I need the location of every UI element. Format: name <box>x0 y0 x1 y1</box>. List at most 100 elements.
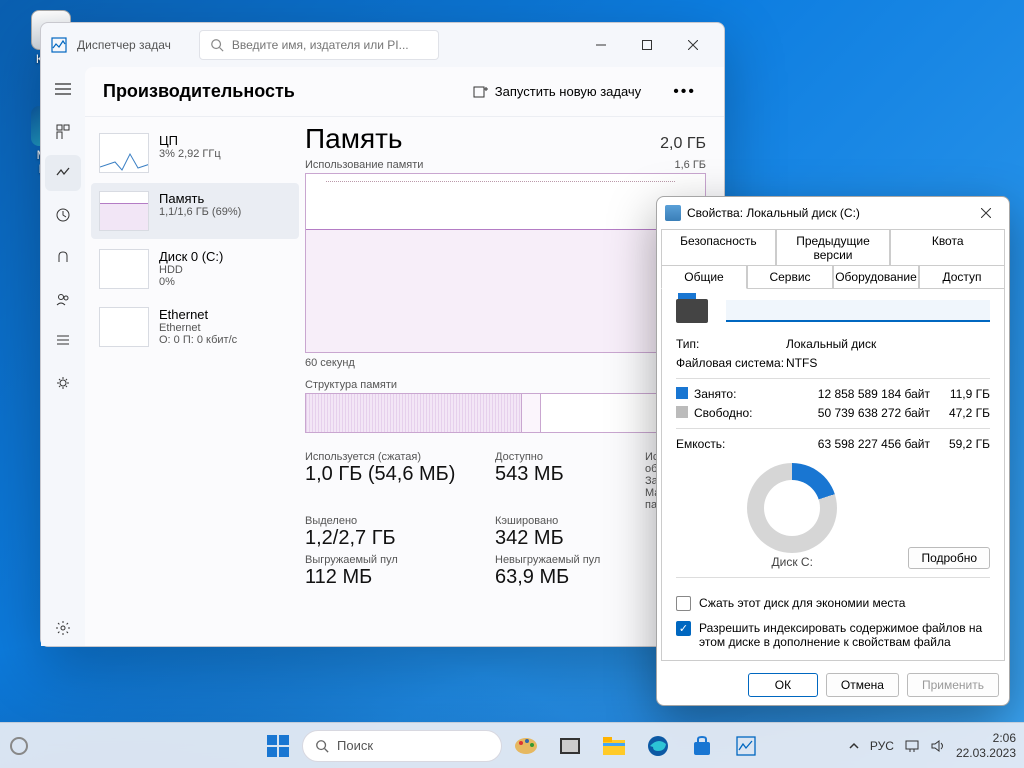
tab-security[interactable]: Безопасность <box>661 229 776 266</box>
compress-checkbox-row[interactable]: Сжать этот диск для экономии места <box>676 596 990 611</box>
perf-item-memory[interactable]: Память1,1/1,6 ГБ (69%) <box>91 183 299 239</box>
tab-hardware[interactable]: Оборудование <box>833 265 919 289</box>
taskbar: Поиск РУС 2:06 22.03.2023 <box>0 722 1024 768</box>
search-box[interactable] <box>199 30 439 60</box>
close-button[interactable] <box>670 30 716 60</box>
search-input[interactable] <box>232 38 428 52</box>
memory-usage-chart[interactable] <box>305 173 706 353</box>
nav-details[interactable] <box>45 323 81 359</box>
tab-strip: Безопасность Предыдущие версии Квота Общ… <box>657 229 1009 288</box>
taskbar-edge[interactable] <box>638 726 678 766</box>
capacity-label: Емкость: <box>676 437 786 451</box>
stat-value: 1,0 ГБ (54,6 МБ) <box>305 463 475 486</box>
nav-rail <box>41 67 85 646</box>
run-task-button[interactable]: Запустить новую задачу <box>463 78 651 106</box>
memory-composition-chart[interactable] <box>305 393 706 433</box>
nav-users[interactable] <box>45 281 81 317</box>
nav-performance[interactable] <box>45 155 81 191</box>
nav-services[interactable] <box>45 365 81 401</box>
fs-value: NTFS <box>786 356 990 370</box>
checkbox-icon: ✓ <box>676 621 691 636</box>
compress-label: Сжать этот диск для экономии места <box>699 596 905 610</box>
stat-value: 63,9 МБ <box>495 566 625 589</box>
free-gb: 47,2 ГБ <box>930 406 990 420</box>
stat-label: Доступно <box>495 451 625 463</box>
nav-history[interactable] <box>45 197 81 233</box>
search-icon <box>210 38 224 52</box>
start-button[interactable] <box>258 726 298 766</box>
checkbox-icon <box>676 596 691 611</box>
tab-tools[interactable]: Сервис <box>747 265 833 289</box>
maximize-button[interactable] <box>624 30 670 60</box>
minimize-button[interactable] <box>578 30 624 60</box>
used-bytes: 12 858 589 184 байт <box>786 387 930 401</box>
volume-icon[interactable] <box>930 739 946 753</box>
run-task-icon <box>473 84 489 100</box>
used-gb: 11,9 ГБ <box>930 387 990 401</box>
tab-quota[interactable]: Квота <box>890 229 1005 266</box>
tab-panel-general: Тип:Локальный диск Файловая система:NTFS… <box>661 288 1005 661</box>
hamburger-button[interactable] <box>45 71 81 107</box>
more-options-button[interactable]: ••• <box>663 77 706 107</box>
taskbar-explorer[interactable] <box>594 726 634 766</box>
nav-processes[interactable] <box>45 113 81 149</box>
perf-item-sub: О: 0 П: 0 кбит/с <box>159 334 237 346</box>
taskbar-task-manager[interactable] <box>726 726 766 766</box>
perf-item-sub: 1,1/1,6 ГБ (69%) <box>159 206 241 218</box>
title-bar[interactable]: Диспетчер задач <box>41 23 724 67</box>
cancel-button[interactable]: Отмена <box>826 673 899 697</box>
weather-icon <box>8 735 30 757</box>
tab-previous-versions[interactable]: Предыдущие версии <box>776 229 891 266</box>
chevron-up-icon[interactable] <box>848 740 860 752</box>
clock[interactable]: 2:06 22.03.2023 <box>956 731 1016 760</box>
perf-item-name: ЦП <box>159 133 221 148</box>
taskbar-search[interactable]: Поиск <box>302 730 502 762</box>
perf-item-cpu[interactable]: ЦП3% 2,92 ГГц <box>91 125 299 181</box>
stat-value: 112 МБ <box>305 566 475 589</box>
ok-button[interactable]: ОК <box>748 673 818 697</box>
page-title: Производительность <box>103 81 451 102</box>
language-indicator[interactable]: РУС <box>870 739 894 753</box>
type-label: Тип: <box>676 337 786 351</box>
disk-usage-chart <box>747 463 837 553</box>
perf-item-ethernet[interactable]: EthernetEthernetО: 0 П: 0 кбит/с <box>91 299 299 355</box>
usage-max: 1,6 ГБ <box>674 159 706 171</box>
apply-button[interactable]: Применить <box>907 673 999 697</box>
tab-sharing[interactable]: Доступ <box>919 265 1005 289</box>
close-button[interactable] <box>971 201 1001 225</box>
taskbar-paint[interactable] <box>506 726 546 766</box>
free-label: Свободно: <box>676 406 786 420</box>
nav-startup[interactable] <box>45 239 81 275</box>
xaxis-left: 60 секунд <box>305 357 355 369</box>
perf-item-sub: HDD <box>159 264 223 276</box>
nav-settings[interactable] <box>45 610 81 646</box>
perf-item-disk[interactable]: Диск 0 (C:)HDD0% <box>91 241 299 297</box>
taskbar-task-view[interactable] <box>550 726 590 766</box>
properties-dialog: Свойства: Локальный диск (C:) Безопаснос… <box>656 196 1010 706</box>
index-checkbox-row[interactable]: ✓ Разрешить индексировать содержимое фай… <box>676 621 990 649</box>
cpu-thumb <box>99 133 149 173</box>
dialog-title-bar[interactable]: Свойства: Локальный диск (C:) <box>657 197 1009 229</box>
performance-list: ЦП3% 2,92 ГГц Память1,1/1,6 ГБ (69%) Дис… <box>85 117 305 646</box>
network-icon[interactable] <box>904 739 920 753</box>
details-button[interactable]: Подробно <box>908 547 990 569</box>
date: 22.03.2023 <box>956 746 1016 760</box>
stat-value: 543 МБ <box>495 463 625 486</box>
capacity-gb: 59,2 ГБ <box>930 437 990 451</box>
type-value: Локальный диск <box>786 337 990 351</box>
stat-label: Используется (сжатая) <box>305 451 475 463</box>
disk-thumb <box>99 249 149 289</box>
taskbar-store[interactable] <box>682 726 722 766</box>
disk-label: Диск C: <box>676 555 908 569</box>
struct-label: Структура памяти <box>305 379 706 391</box>
drive-label-input[interactable] <box>726 300 990 322</box>
memory-capacity: 2,0 ГБ <box>660 135 706 153</box>
usage-label: Использование памяти <box>305 159 423 171</box>
taskbar-widgets[interactable] <box>8 735 30 757</box>
index-label: Разрешить индексировать содержимое файло… <box>699 621 990 649</box>
stat-label: Кэшировано <box>495 515 625 527</box>
net-thumb <box>99 307 149 347</box>
used-label: Занято: <box>676 387 786 401</box>
tab-general[interactable]: Общие <box>661 265 747 289</box>
perf-item-sub: 0% <box>159 276 223 288</box>
